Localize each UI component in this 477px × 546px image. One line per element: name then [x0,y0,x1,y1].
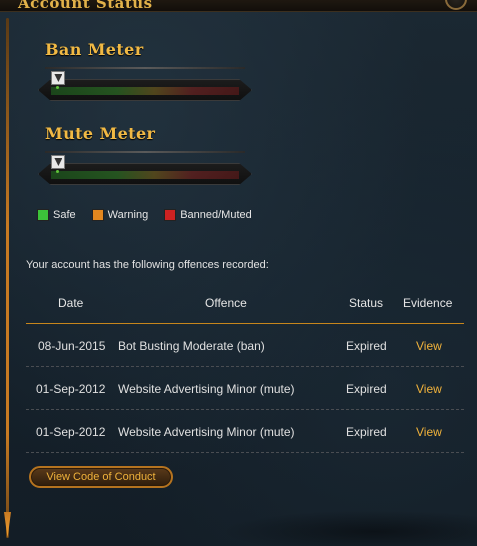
view-evidence-link[interactable]: View [416,339,442,353]
legend-banned: Banned/Muted [164,209,252,221]
meter-legend: Safe Warning Banned/Muted [37,209,252,221]
warning-swatch-icon [91,209,104,221]
view-code-of-conduct-button[interactable]: View Code of Conduct [29,466,173,488]
table-header-row: Date Offence Status Evidence [26,291,464,324]
background-texture [220,510,477,546]
offences-intro-text: Your account has the following offences … [26,259,269,271]
panel-title: Account Status [18,0,153,12]
row-offence: Website Advertising Minor (mute) [118,425,295,439]
ban-meter-fill [51,87,239,95]
offences-table: Date Offence Status Evidence 08-Jun-2015… [26,291,464,453]
mute-meter-marker-icon [51,155,66,169]
legend-warning-label: Warning [107,209,149,221]
ban-meter-dot-icon [56,86,59,89]
header-status: Status [349,296,384,310]
mute-meter-title: Mute Meter [45,124,156,143]
row-offence: Bot Busting Moderate (ban) [118,339,265,353]
mute-meter-dot-icon [56,170,59,173]
row-date: 08-Jun-2015 [38,339,106,353]
ban-meter-marker-icon [51,71,66,85]
header-date: Date [58,296,84,310]
mute-meter-divider [45,151,245,153]
ban-meter-divider [45,67,245,69]
row-status: Expired [346,382,387,396]
legend-safe: Safe [37,209,76,221]
row-status: Expired [346,339,387,353]
row-date: 01-Sep-2012 [36,382,106,396]
header-evidence: Evidence [403,296,453,310]
ban-meter-title: Ban Meter [45,40,144,59]
view-evidence-link[interactable]: View [416,382,442,396]
row-offence: Website Advertising Minor (mute) [118,382,295,396]
table-row: 01-Sep-2012 Website Advertising Minor (m… [26,367,464,410]
header-offence: Offence [205,296,247,310]
mute-meter-bar [38,163,252,185]
view-evidence-link[interactable]: View [416,425,442,439]
row-date: 01-Sep-2012 [36,425,106,439]
legend-banned-label: Banned/Muted [180,209,252,221]
safe-swatch-icon [37,209,49,221]
table-row: 08-Jun-2015 Bot Busting Moderate (ban) E… [26,324,464,367]
mute-meter-fill [51,171,239,179]
account-status-panel: Account Status Ban Meter Mute Meter Safe… [0,0,477,546]
left-rail-decoration [6,18,9,538]
legend-safe-label: Safe [53,209,76,221]
legend-warning: Warning [91,209,149,221]
ban-meter-bar [38,79,252,101]
table-row: 01-Sep-2012 Website Advertising Minor (m… [26,410,464,453]
banned-swatch-icon [164,209,177,221]
row-status: Expired [346,425,387,439]
